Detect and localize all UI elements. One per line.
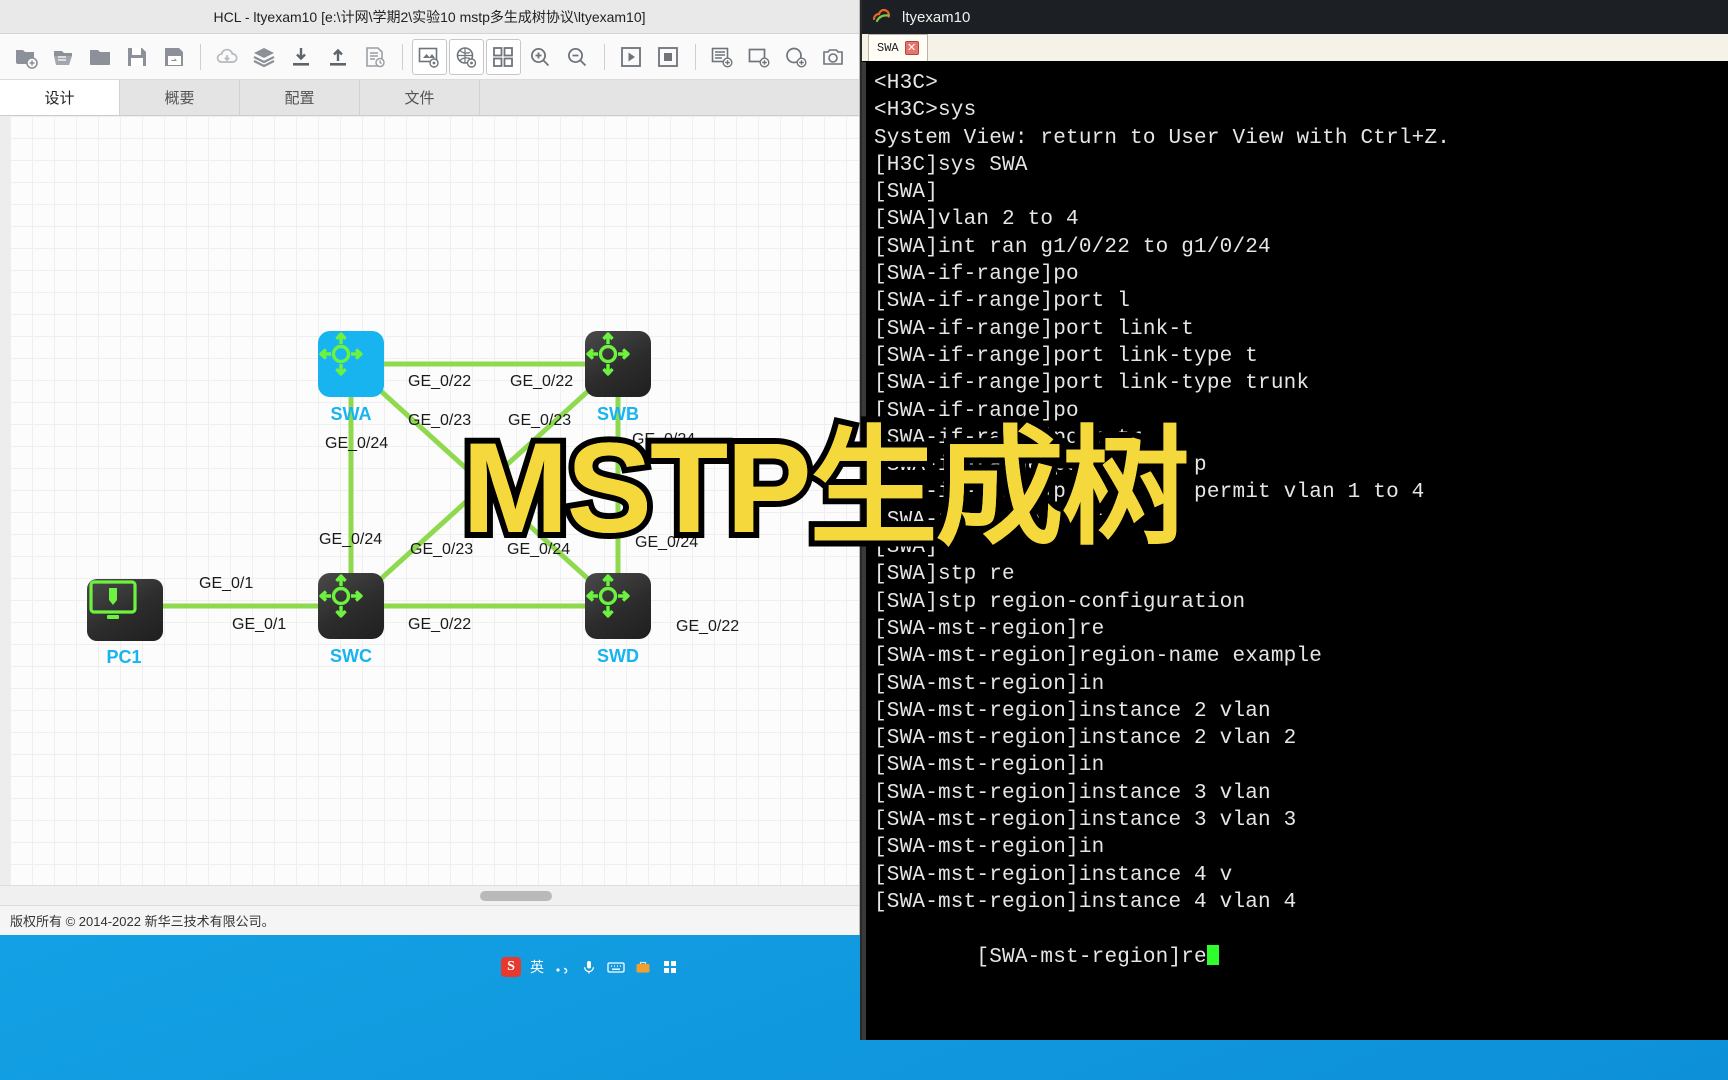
terminal-prompt-line: [SWA-mst-region]re (874, 916, 1724, 998)
new-project-icon[interactable] (8, 39, 43, 75)
terminal-line: System View: return to User View with Ct… (874, 126, 1451, 150)
terminal-line: [H3C]sys SWA (874, 153, 1028, 177)
import-icon[interactable] (284, 39, 319, 75)
add-frame-icon[interactable] (742, 39, 777, 75)
terminal-line: [SWA-mst-region]region-name example (874, 645, 1323, 669)
terminal-tab-swa[interactable]: SWA ✕ (868, 34, 928, 61)
topology-node-swc[interactable] (318, 573, 384, 639)
ime-toolbox-icon[interactable] (634, 958, 652, 976)
terminal-line: [SWA-mst-region]in (874, 836, 1105, 860)
terminal-cursor (1206, 944, 1219, 965)
stop-all-icon[interactable] (651, 39, 686, 75)
terminal-line: [SWA-mst-region]in (874, 754, 1105, 778)
mstp-watermark-text: MSTP生成树 MSTP生成树 (456, 417, 1196, 560)
terminal-line: [SWA-mst-region]instance 3 vlan 3 (874, 809, 1297, 833)
terminal-window-title: ltyexam10 (902, 8, 971, 26)
terminal-line: [SWA-mst-region]re (874, 617, 1105, 641)
terminal-line: [SWA-if-range]port l (874, 290, 1131, 314)
grid-icon[interactable] (485, 38, 521, 75)
topology-node-swa[interactable] (318, 331, 384, 397)
zoom-out-icon[interactable] (560, 39, 595, 75)
link-label: GE_0/1 (199, 575, 254, 592)
terminal-line: [SWA-mst-region]instance 2 vlan (874, 699, 1271, 723)
terminal-line: [SWA]stp region-configuration (874, 590, 1246, 614)
topology-node-pc1[interactable] (87, 579, 163, 641)
scrollbar-thumb[interactable] (480, 891, 552, 901)
canvas-horizontal-scrollbar[interactable] (0, 885, 859, 905)
topology-label-swc: SWC (330, 646, 372, 666)
hcl-title-bar: HCL - ltyexam10 [e:\计网\学期2\实验10 mstp多生成树… (0, 0, 859, 34)
topology-label-swd: SWD (597, 646, 639, 666)
history-log-icon[interactable] (358, 39, 393, 75)
terminal-line: [SWA-if-range]port link-t (874, 317, 1195, 341)
ime-toolbar[interactable]: S 英 (495, 955, 685, 979)
tab-summary[interactable]: 概要 (120, 80, 240, 115)
close-icon[interactable]: ✕ (904, 41, 919, 55)
hcl-tab-strip: 设计 概要 配置 文件 (0, 80, 859, 116)
sogou-logo-icon[interactable]: S (501, 957, 521, 977)
toolbar-separator (694, 43, 696, 70)
terminal-line: [SWA-if-range]port link-type trunk (874, 372, 1310, 396)
watermark-fill-layer: MSTP生成树 (462, 417, 1190, 560)
ime-punctuation-icon[interactable] (553, 958, 571, 976)
terminal-title-bar: ltyexam10 (862, 0, 1728, 34)
add-shape-icon[interactable] (779, 39, 814, 75)
link-label: GE_0/22 (510, 373, 574, 390)
topology-node-swb[interactable] (585, 331, 651, 397)
show-device-label-icon[interactable] (411, 38, 447, 75)
link-label: GE_0/22 (408, 616, 472, 633)
link-label: GE_0/24 (319, 531, 383, 548)
terminal-line: [SWA-if-range]port link-type t (874, 344, 1259, 368)
tab-files[interactable]: 文件 (360, 80, 480, 115)
ime-keyboard-icon[interactable] (607, 958, 625, 976)
terminal-line: [SWA-mst-region]instance 4 v (874, 863, 1233, 887)
terminal-prompt-text: [SWA-mst-region]re (976, 945, 1207, 969)
terminal-line: [SWA-mst-region]in (874, 672, 1105, 696)
zoom-in-icon[interactable] (523, 39, 558, 75)
terminal-line: <H3C> (874, 72, 939, 95)
copyright-text: 版权所有 © 2014-2022 新华三技术有限公司。 (10, 914, 275, 929)
ime-mode-label[interactable]: 英 (530, 957, 544, 977)
toolbar-separator (401, 43, 403, 70)
link-label: GE_0/1 (232, 616, 287, 633)
topology-node-swd[interactable] (585, 573, 651, 639)
terminal-line: [SWA-mst-region]instance 2 vlan 2 (874, 727, 1297, 751)
terminal-tab-label: SWA (877, 41, 899, 55)
terminal-line: [SWA]vlan 2 to 4 (874, 208, 1079, 232)
tab-design[interactable]: 设计 (0, 80, 120, 115)
show-link-label-icon[interactable] (448, 38, 484, 75)
toolbar-separator (200, 43, 201, 70)
ime-menu-icon[interactable] (661, 958, 679, 976)
terminal-line: <H3C>sys (874, 99, 977, 123)
open-recent-icon[interactable] (45, 39, 80, 75)
topology-label-pc1: PC1 (106, 647, 142, 667)
terminal-line: [SWA]int ran g1/0/22 to g1/0/24 (874, 235, 1271, 259)
start-all-icon[interactable] (614, 39, 649, 75)
status-bar: 版权所有 © 2014-2022 新华三技术有限公司。 (0, 905, 859, 935)
export-icon[interactable] (321, 39, 356, 75)
topology-label-swa: SWA (330, 404, 372, 424)
add-note-icon[interactable] (705, 39, 740, 75)
save-icon[interactable] (119, 39, 154, 75)
window-title: HCL - ltyexam10 [e:\计网\学期2\实验10 mstp多生成树… (213, 8, 646, 25)
link-label: GE_0/22 (408, 373, 472, 390)
terminal-line: [SWA] (874, 181, 939, 205)
save-as-icon[interactable] (156, 39, 191, 75)
link-label: GE_0/24 (325, 435, 389, 452)
layers-icon[interactable] (247, 39, 282, 75)
cloud-download-icon[interactable] (210, 39, 245, 75)
hcl-toolbar (0, 34, 859, 80)
terminal-tab-bar: SWA ✕ (862, 34, 1728, 62)
link-label: GE_0/22 (676, 618, 740, 635)
ime-voice-icon[interactable] (580, 958, 598, 976)
toolbar-separator (603, 43, 605, 70)
terminal-line: [SWA-mst-region]instance 4 vlan 4 (874, 890, 1297, 914)
terminal-line: [SWA-mst-region]instance 3 vlan (874, 781, 1271, 805)
hcl-cloud-logo-icon (872, 6, 894, 29)
screenshot-icon[interactable] (816, 39, 851, 75)
open-folder-icon[interactable] (82, 39, 117, 75)
tab-config[interactable]: 配置 (240, 80, 360, 115)
terminal-line: [SWA]stp re (874, 563, 1015, 587)
terminal-line: [SWA-if-range]po (874, 263, 1079, 287)
